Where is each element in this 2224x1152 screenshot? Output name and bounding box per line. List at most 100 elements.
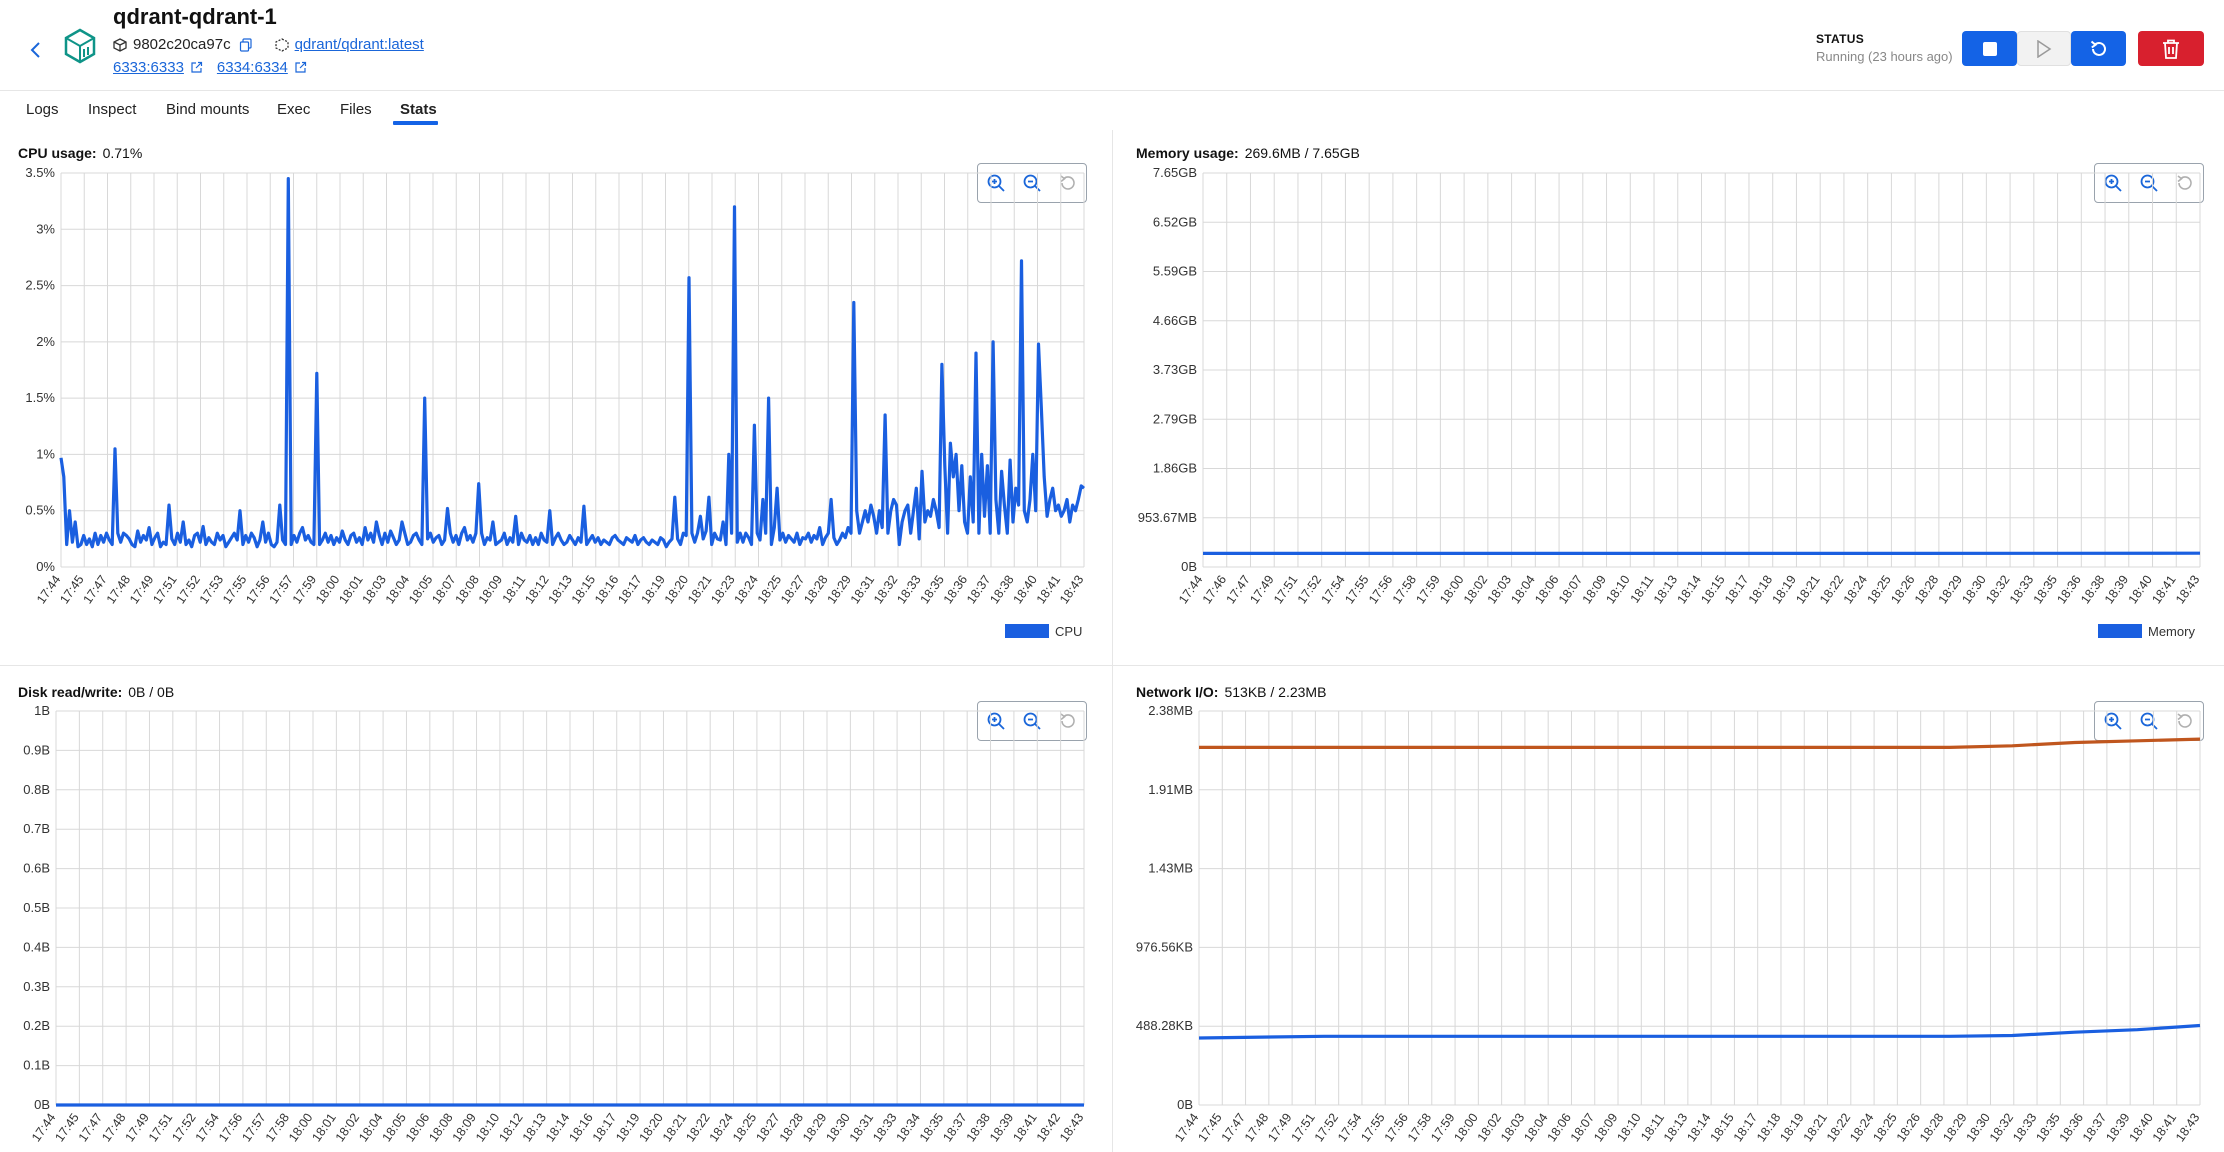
disk-y-tick: 0.4B xyxy=(23,939,50,954)
cpu-x-tick: 17:52 xyxy=(174,573,203,607)
disk-x-tick: 18:09 xyxy=(450,1111,479,1145)
memory-legend-swatch xyxy=(2098,624,2142,638)
network-y-tick: 2.38MB xyxy=(1148,703,1193,718)
memory-x-tick: 18:14 xyxy=(1675,573,1704,607)
network-x-tick: 18:06 xyxy=(1545,1111,1574,1145)
cpu-x-tick: 18:17 xyxy=(615,573,644,607)
memory-x-tick: 18:22 xyxy=(1817,573,1846,607)
memory-x-tick: 18:09 xyxy=(1580,573,1609,607)
cpu-x-tick: 18:27 xyxy=(778,573,807,607)
cpu-x-tick: 18:32 xyxy=(871,573,900,607)
disk-x-tick: 17:54 xyxy=(193,1111,222,1145)
cpu-legend-label: CPU xyxy=(1055,624,1082,639)
network-x-tick: 18:41 xyxy=(2150,1111,2179,1145)
cpu-legend-swatch xyxy=(1005,624,1049,638)
memory-y-tick: 6.52GB xyxy=(1153,214,1197,229)
memory-x-tick: 18:28 xyxy=(1912,573,1941,607)
memory-x-tick: 17:47 xyxy=(1224,573,1253,607)
memory-x-tick: 17:52 xyxy=(1295,573,1324,607)
disk-y-tick: 0.2B xyxy=(23,1018,50,1033)
memory-x-tick: 18:35 xyxy=(2031,573,2060,607)
memory-x-tick: 18:43 xyxy=(2173,573,2202,607)
disk-y-tick: 0.3B xyxy=(23,979,50,994)
cpu-x-tick: 18:33 xyxy=(894,573,923,607)
disk-x-tick: 18:10 xyxy=(473,1111,502,1145)
network-x-tick: 18:24 xyxy=(1847,1111,1876,1145)
cpu-y-tick: 0% xyxy=(36,559,55,574)
memory-x-tick: 18:30 xyxy=(1959,573,1988,607)
network-x-tick: 17:47 xyxy=(1219,1111,1248,1145)
cpu-x-tick: 18:43 xyxy=(1057,573,1086,607)
network-x-tick: 18:32 xyxy=(1987,1111,2016,1145)
cpu-x-tick: 18:40 xyxy=(1011,573,1040,607)
network-x-tick: 18:09 xyxy=(1591,1111,1620,1145)
memory-y-tick: 4.66GB xyxy=(1153,313,1197,328)
cpu-x-tick: 18:16 xyxy=(592,573,621,607)
disk-y-tick: 0.7B xyxy=(23,821,50,836)
memory-x-tick: 17:56 xyxy=(1366,573,1395,607)
cpu-x-tick: 18:35 xyxy=(918,573,947,607)
network-x-tick: 18:37 xyxy=(2080,1111,2109,1145)
disk-x-tick: 18:35 xyxy=(917,1111,946,1145)
network-x-tick: 18:25 xyxy=(1870,1111,1899,1145)
network-x-tick: 18:33 xyxy=(2010,1111,2039,1145)
cpu-y-tick: 0.5% xyxy=(25,503,55,518)
network-x-tick: 18:35 xyxy=(2033,1111,2062,1145)
memory-x-tick: 18:40 xyxy=(2126,573,2155,607)
disk-x-tick: 18:22 xyxy=(683,1111,712,1145)
network-x-tick: 18:10 xyxy=(1614,1111,1643,1145)
memory-x-tick: 18:07 xyxy=(1556,573,1585,607)
network-series-line xyxy=(1199,737,2201,750)
disk-y-tick: 0.6B xyxy=(23,861,50,876)
cpu-x-tick: 18:19 xyxy=(639,573,668,607)
memory-x-tick: 18:02 xyxy=(1461,573,1490,607)
memory-y-tick: 953.67MB xyxy=(1138,510,1197,525)
network-x-tick: 17:55 xyxy=(1358,1111,1387,1145)
cpu-x-tick: 18:24 xyxy=(732,573,761,607)
disk-x-tick: 18:05 xyxy=(380,1111,409,1145)
cpu-x-tick: 18:15 xyxy=(569,573,598,607)
cpu-x-tick: 18:21 xyxy=(685,573,714,607)
memory-y-tick: 1.86GB xyxy=(1153,461,1197,476)
disk-x-tick: 18:16 xyxy=(566,1111,595,1145)
cpu-y-tick: 2% xyxy=(36,334,55,349)
disk-x-tick: 18:00 xyxy=(286,1111,315,1145)
cpu-x-tick: 18:07 xyxy=(429,573,458,607)
network-x-tick: 18:07 xyxy=(1568,1111,1597,1145)
network-y-tick: 488.28KB xyxy=(1136,1018,1193,1033)
disk-x-tick: 18:41 xyxy=(1010,1111,1039,1145)
disk-x-tick: 18:30 xyxy=(823,1111,852,1145)
disk-x-tick: 18:04 xyxy=(356,1111,385,1145)
cpu-x-tick: 18:09 xyxy=(476,573,505,607)
cpu-x-tick: 18:31 xyxy=(848,573,877,607)
cpu-x-tick: 17:45 xyxy=(57,573,86,607)
disk-x-tick: 18:24 xyxy=(707,1111,736,1145)
memory-x-tick: 18:25 xyxy=(1864,573,1893,607)
disk-x-tick: 18:34 xyxy=(894,1111,923,1145)
memory-x-tick: 18:41 xyxy=(2149,573,2178,607)
memory-x-tick: 18:03 xyxy=(1485,573,1514,607)
memory-x-tick: 17:44 xyxy=(1176,573,1205,607)
cpu-x-tick: 17:55 xyxy=(220,573,249,607)
network-x-tick: 18:21 xyxy=(1801,1111,1830,1145)
disk-x-tick: 17:49 xyxy=(123,1111,152,1145)
network-x-tick: 18:13 xyxy=(1661,1111,1690,1145)
memory-x-tick: 18:11 xyxy=(1628,573,1657,606)
network-x-tick: 18:40 xyxy=(2126,1111,2155,1145)
memory-x-tick: 18:36 xyxy=(2054,573,2083,607)
memory-x-tick: 18:38 xyxy=(2078,573,2107,607)
disk-x-tick: 18:29 xyxy=(800,1111,829,1145)
cpu-x-tick: 17:47 xyxy=(81,573,110,607)
cpu-x-tick: 17:56 xyxy=(243,573,272,607)
network-x-tick: 18:26 xyxy=(1894,1111,1923,1145)
disk-x-tick: 18:08 xyxy=(426,1111,455,1145)
cpu-x-tick: 18:05 xyxy=(406,573,435,607)
memory-x-tick: 18:32 xyxy=(1983,573,2012,607)
network-series-line xyxy=(1198,1023,2201,1040)
disk-x-tick: 18:38 xyxy=(964,1111,993,1145)
network-x-tick: 17:54 xyxy=(1335,1111,1364,1145)
network-x-tick: 18:28 xyxy=(1917,1111,1946,1145)
network-x-tick: 18:02 xyxy=(1475,1111,1504,1145)
network-y-tick: 1.43MB xyxy=(1148,861,1193,876)
cpu-x-tick: 17:44 xyxy=(34,573,63,607)
